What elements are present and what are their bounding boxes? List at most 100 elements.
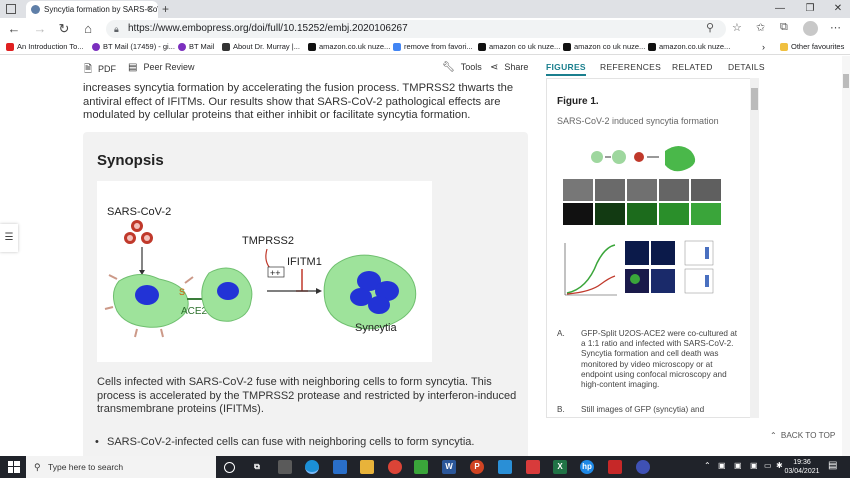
chevron-right-icon[interactable]: › (762, 40, 765, 54)
bt-mail-icon (178, 43, 186, 51)
browser-menu-icon[interactable] (6, 4, 16, 14)
cortana-icon[interactable] (224, 462, 235, 473)
scrollbar-thumb[interactable] (751, 88, 758, 110)
tab-figures[interactable]: FIGURES (546, 62, 586, 76)
pdf-link[interactable]: 🗎︎ PDF (84, 62, 116, 79)
mail-icon[interactable] (333, 460, 347, 474)
sidebar-toggle-icon[interactable]: ☰ (0, 224, 18, 252)
favorite-star-icon[interactable]: ☆ (732, 21, 742, 34)
bookmark-item[interactable]: BT Mail (178, 40, 214, 54)
spike-label: S (179, 287, 185, 297)
reload-icon[interactable]: ↻ (56, 21, 72, 37)
figure-image (555, 135, 743, 321)
acrobat-icon[interactable] (608, 460, 622, 474)
close-tab-icon[interactable]: ✕ (146, 1, 154, 18)
bookmark-item[interactable]: amazon co uk nuze... (563, 40, 645, 54)
app-grid-icon[interactable] (414, 460, 428, 474)
home-icon[interactable]: ⌂ (80, 21, 96, 37)
folder-icon (780, 43, 788, 51)
other-favourites[interactable]: Other favourites (780, 40, 844, 54)
syncytium (323, 254, 417, 330)
bookmark-item[interactable]: amazon.co.uk nuze... (308, 40, 390, 54)
tab-related[interactable]: RELATED (672, 62, 713, 72)
bookmarks-bar: An Introduction To... BT Mail (17459) - … (0, 40, 850, 55)
browser-tab[interactable]: Syncytia formation by SARS-Co\ ✕ (26, 1, 158, 18)
chrome-icon[interactable] (388, 460, 402, 474)
task-view-icon[interactable]: ⧉ (250, 460, 264, 474)
restore-icon[interactable]: ❐ (800, 0, 820, 18)
figures-scrollbar[interactable] (750, 78, 759, 418)
target-cell (201, 267, 253, 322)
edge-icon[interactable] (305, 460, 319, 474)
site-favicon-icon (31, 5, 40, 14)
back-to-top-button[interactable]: ⌃ BACK TO TOP (770, 430, 835, 440)
bookmark-item[interactable]: About Dr. Murray |... (222, 40, 300, 54)
excel-icon[interactable]: X (553, 460, 567, 474)
tab-references[interactable]: REFERENCES (600, 62, 661, 72)
chat-icon[interactable] (498, 460, 512, 474)
zoom-icon[interactable]: ⚲ (706, 21, 714, 34)
page-scrollbar[interactable] (842, 56, 850, 456)
search-icon: ⚲ (34, 462, 41, 472)
bt-mail-icon (92, 43, 100, 51)
synopsis-figure[interactable]: SARS-CoV-2 S ACE2 TMPRSS2 IFITM1 ++ Sync… (97, 181, 432, 362)
back-icon[interactable]: ← (6, 21, 22, 37)
notifications-icon[interactable]: ▤ (828, 460, 837, 471)
show-hidden-icon[interactable]: ⌃ (704, 461, 711, 470)
chevron-up-icon: ⌃ (770, 431, 777, 440)
bookmark-item[interactable]: amazon.co.uk nuze... (648, 40, 730, 54)
lock-icon: 🔒︎ (114, 24, 119, 34)
protease-label: TMPRSS2 (242, 235, 294, 247)
tray-app-icon[interactable]: ▣ (750, 461, 758, 470)
close-window-icon[interactable]: ✕ (828, 0, 848, 18)
address-bar[interactable]: 🔒︎ https://www.embopress.org/doi/full/10… (106, 20, 726, 38)
share-icon: ⋖ (490, 62, 499, 73)
bookmark-item[interactable]: amazon co uk nuze... (478, 40, 560, 54)
pdf-icon: 🗎︎ (84, 64, 93, 75)
powerpoint-icon[interactable]: P (470, 460, 484, 474)
hp-icon[interactable]: hp (580, 460, 594, 474)
bookmark-item[interactable]: An Introduction To... (6, 40, 84, 54)
share-button[interactable]: ⋖ Share (490, 62, 528, 73)
scrollbar-thumb[interactable] (843, 74, 849, 88)
tab-details[interactable]: DETAILS (728, 62, 765, 72)
bookmark-item[interactable]: BT Mail (17459) - gi... (92, 40, 175, 54)
youtube-icon (6, 43, 14, 51)
peer-review-link[interactable]: ▤ Peer Review (128, 62, 194, 73)
clock-date: 03/04/2021 (784, 468, 820, 475)
figures-panel: Figure 1. SARS-CoV-2 induced syncytia fo… (546, 78, 759, 418)
bookmark-item[interactable]: remove from favori... (393, 40, 473, 54)
app-icon[interactable] (526, 460, 540, 474)
figure-label: Figure 1. (557, 96, 599, 107)
more-menu-icon[interactable]: ⋯ (830, 21, 841, 34)
site-icon (222, 43, 230, 51)
figure-caption: SARS-CoV-2 induced syncytia formation (557, 116, 719, 126)
amazon-icon (648, 43, 656, 51)
taskbar-clock[interactable]: 19:36 03/04/2021 (782, 458, 822, 476)
app-icon[interactable] (636, 460, 650, 474)
windows-start-icon[interactable] (8, 461, 20, 473)
profile-avatar[interactable] (803, 21, 818, 36)
file-explorer-icon[interactable] (360, 460, 374, 474)
tray-app-icon[interactable]: ▣ (718, 461, 726, 470)
figure-thumbnail[interactable] (555, 135, 743, 321)
google-icon (393, 43, 401, 51)
new-tab-icon[interactable]: + (162, 0, 169, 18)
virus-particles (124, 220, 153, 244)
collections-icon[interactable]: ⧉ (780, 21, 788, 34)
minimize-icon[interactable]: — (770, 0, 790, 18)
store-icon[interactable] (278, 460, 292, 474)
battery-icon[interactable]: ▭ (764, 461, 772, 470)
plus-label: ++ (270, 268, 281, 278)
wrench-icon: 🔧︎ (442, 62, 455, 73)
virus-label: SARS-CoV-2 (107, 206, 171, 218)
taskbar-search-input[interactable]: ⚲ Type here to search (26, 456, 216, 478)
receptor-label: ACE2 (181, 306, 208, 317)
word-icon[interactable]: W (442, 460, 456, 474)
amazon-icon (563, 43, 571, 51)
forward-icon[interactable]: → (32, 21, 48, 37)
abstract-text: increases syncytia formation by accelera… (83, 82, 514, 121)
tools-button[interactable]: 🔧︎ Tools (442, 62, 482, 73)
favorites-icon[interactable]: ✩ (756, 21, 765, 34)
tray-app-icon[interactable]: ▣ (734, 461, 742, 470)
